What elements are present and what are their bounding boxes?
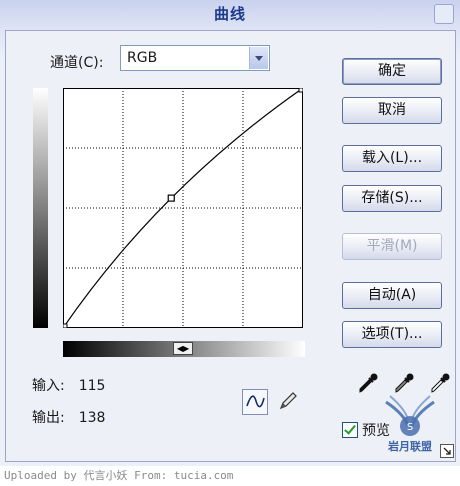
curve-tool-icon	[246, 395, 265, 408]
pencil-tool-button[interactable]	[276, 389, 302, 415]
resize-grip-icon[interactable]	[440, 444, 454, 458]
watermark-logo: S 岩月联盟	[385, 395, 435, 453]
cancel-button[interactable]: 取消	[342, 97, 442, 124]
channel-label: 通道(C):	[50, 55, 104, 71]
curve-point-white[interactable]	[298, 87, 304, 93]
curve-graph[interactable]	[62, 87, 304, 332]
input-value: 115	[78, 378, 106, 394]
input-readout: 输入: 115	[32, 375, 105, 395]
logo-text: 岩月联盟	[387, 439, 432, 453]
curve-point-black[interactable]	[62, 323, 68, 329]
auto-button[interactable]: 自动(A)	[342, 282, 442, 309]
window-title: 曲线	[213, 5, 246, 23]
gradient-toggle-slider[interactable]: ◀▶	[173, 342, 193, 355]
curve-tool-button[interactable]	[242, 389, 268, 415]
pencil-tool-icon	[279, 392, 297, 410]
upload-watermark: Uploaded by 代言小妖 From: tucia.com	[0, 466, 460, 486]
input-gradient-bar: ◀▶	[63, 341, 305, 357]
output-gradient-bar	[33, 88, 48, 328]
channel-value: RGB	[127, 50, 158, 66]
options-button[interactable]: 选项(T)...	[342, 321, 442, 348]
save-button[interactable]: 存储(S)...	[342, 185, 442, 212]
chevron-down-icon[interactable]	[249, 47, 268, 69]
svg-text:S: S	[407, 422, 413, 433]
curve-point-selected[interactable]	[167, 194, 175, 202]
output-value: 138	[78, 410, 106, 426]
smooth-button[interactable]: 平滑(M)	[342, 233, 442, 260]
checkbox-checked-icon[interactable]	[342, 422, 358, 438]
black-eyedropper-icon[interactable]	[356, 371, 380, 395]
output-readout: 输出: 138	[32, 407, 105, 427]
ok-button[interactable]: 确定	[342, 58, 442, 85]
title-bar: 曲线	[0, 0, 460, 30]
close-icon[interactable]	[434, 4, 454, 24]
load-button[interactable]: 载入(L)...	[342, 145, 442, 172]
channel-select[interactable]: RGB	[120, 45, 270, 71]
input-label: 输入:	[32, 378, 65, 394]
output-label: 输出:	[32, 410, 65, 426]
